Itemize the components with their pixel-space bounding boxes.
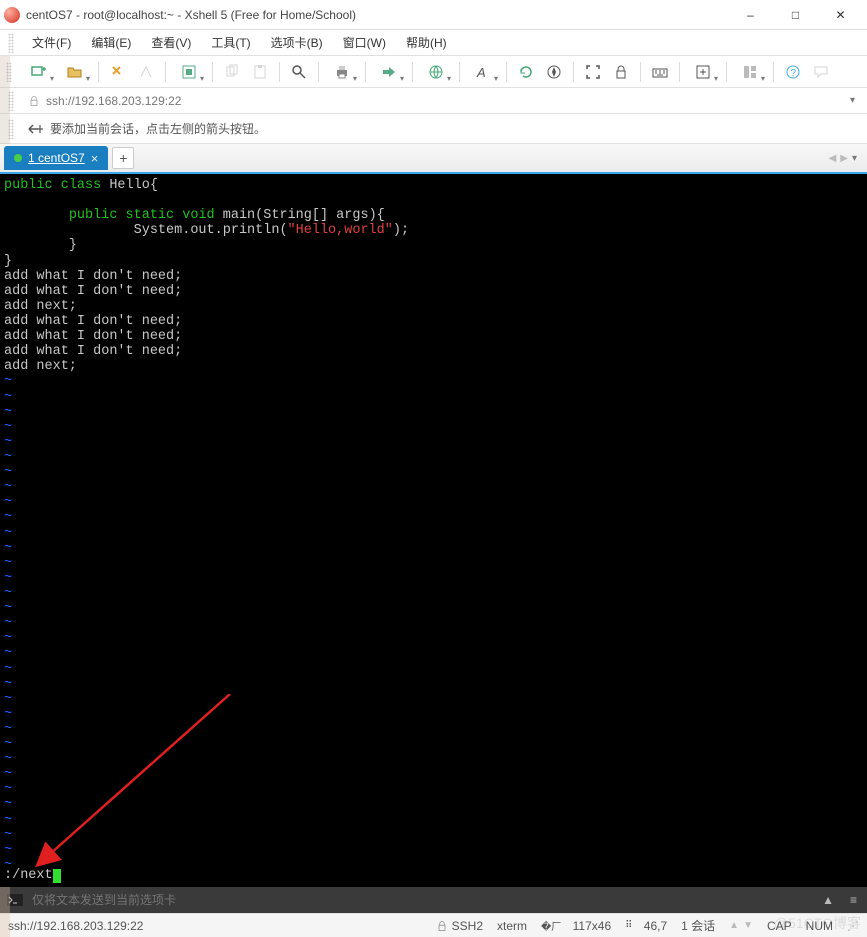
tab-label: 1 centOS7: [28, 151, 85, 165]
hint-text: 要添加当前会话，点击左侧的箭头按钮。: [50, 120, 266, 137]
menu-tools[interactable]: 工具(T): [201, 32, 260, 53]
grip-icon: [6, 62, 12, 82]
svg-text:?: ?: [791, 68, 797, 79]
toolbar-separator: [279, 62, 280, 82]
toolbar-separator: [412, 62, 413, 82]
terminal[interactable]: public class Hello{ public static void m…: [0, 174, 867, 887]
tab-status-dot-icon: [14, 154, 22, 162]
menu-view[interactable]: 查看(V): [141, 32, 201, 53]
cli-icon: [6, 894, 24, 906]
menu-edit[interactable]: 编辑(E): [81, 32, 141, 53]
status-size: �厂 117x46: [541, 918, 611, 933]
tab-active[interactable]: 1 centOS7 ×: [4, 146, 108, 170]
properties-button[interactable]: [172, 59, 206, 85]
new-tab-button[interactable]: +: [112, 147, 134, 169]
toolbar-separator: [212, 62, 213, 82]
status-num: NUM: [806, 919, 833, 933]
layout-button[interactable]: [733, 59, 767, 85]
paste-button[interactable]: [247, 59, 273, 85]
status-sessions: 1 会话: [681, 917, 715, 934]
lock-icon: [436, 920, 448, 932]
new-session-button[interactable]: [22, 59, 56, 85]
toolbar-separator: [365, 62, 366, 82]
toolbar-separator: [679, 62, 680, 82]
svg-text:A: A: [476, 65, 486, 80]
refresh-button[interactable]: [513, 59, 539, 85]
tab-next-button[interactable]: ▶: [840, 153, 848, 164]
tabbar: 1 centOS7 × + ◀ ▶ ▾: [0, 144, 867, 174]
app-icon: [4, 7, 20, 23]
print-button[interactable]: [325, 59, 359, 85]
tab-close-icon[interactable]: ×: [91, 151, 99, 166]
status-connection: ssh://192.168.203.129:22: [8, 919, 143, 933]
menubar: 文件(F) 编辑(E) 查看(V) 工具(T) 选项卡(B) 窗口(W) 帮助(…: [0, 30, 867, 56]
fullscreen-button[interactable]: [580, 59, 606, 85]
find-button[interactable]: [286, 59, 312, 85]
open-button[interactable]: [58, 59, 92, 85]
grip-icon: [8, 33, 14, 53]
resize-grip-icon: ⋰: [847, 919, 859, 933]
toolbar-separator: [165, 62, 166, 82]
tab-prev-button[interactable]: ◀: [829, 153, 837, 164]
hintbar: 要添加当前会话，点击左侧的箭头按钮。: [0, 114, 867, 144]
grip-icon: [8, 91, 14, 111]
footer-input: ▲ ≡: [0, 887, 867, 913]
web-button[interactable]: [419, 59, 453, 85]
statusbar: ssh://192.168.203.129:22 SSH2 xterm �厂 1…: [0, 913, 867, 937]
help-button[interactable]: ?: [780, 59, 806, 85]
compass-button[interactable]: [541, 59, 567, 85]
reconnect-button[interactable]: [105, 59, 131, 85]
menu-tabs[interactable]: 选项卡(B): [261, 32, 333, 53]
send-up-icon[interactable]: ▲: [818, 893, 838, 907]
status-protocol: SSH2: [436, 919, 483, 933]
window-title: centOS7 - root@localhost:~ - Xshell 5 (F…: [26, 8, 356, 22]
keyboard-button[interactable]: [647, 59, 673, 85]
toolbar: A ?: [0, 56, 867, 88]
transfer-button[interactable]: [372, 59, 406, 85]
add-button[interactable]: [686, 59, 720, 85]
lock-button[interactable]: [608, 59, 634, 85]
font-button[interactable]: A: [466, 59, 500, 85]
maximize-button[interactable]: □: [773, 0, 818, 30]
status-caps: CAP: [767, 919, 792, 933]
address-dropdown[interactable]: ▾: [846, 95, 859, 106]
addressbar: ssh://192.168.203.129:22 ▾: [0, 88, 867, 114]
titlebar: centOS7 - root@localhost:~ - Xshell 5 (F…: [0, 0, 867, 30]
toolbar-separator: [98, 62, 99, 82]
vim-command-line[interactable]: :/next: [4, 868, 61, 883]
menu-window[interactable]: 窗口(W): [333, 32, 396, 53]
up-icon: ▲: [729, 920, 739, 931]
toolbar-separator: [318, 62, 319, 82]
menu-help[interactable]: 帮助(H): [396, 32, 457, 53]
grip-icon: [8, 119, 14, 139]
down-icon: ▼: [743, 920, 753, 931]
status-cursor: ⠿ 46,7: [625, 919, 667, 933]
disconnect-button[interactable]: [133, 59, 159, 85]
toolbar-separator: [773, 62, 774, 82]
toolbar-separator: [573, 62, 574, 82]
copy-button[interactable]: [219, 59, 245, 85]
command-input[interactable]: [32, 893, 810, 907]
toolbar-separator: [459, 62, 460, 82]
toolbar-separator: [506, 62, 507, 82]
status-term: xterm: [497, 919, 527, 933]
menu-file[interactable]: 文件(F): [22, 32, 81, 53]
arrow-add-icon[interactable]: [28, 122, 44, 136]
toolbar-separator: [726, 62, 727, 82]
close-button[interactable]: ✕: [818, 0, 863, 30]
footer-menu-icon[interactable]: ≡: [846, 893, 861, 907]
chat-button[interactable]: [808, 59, 834, 85]
tab-menu-button[interactable]: ▾: [852, 153, 857, 164]
address-text[interactable]: ssh://192.168.203.129:22: [46, 94, 840, 108]
lock-icon: [28, 95, 40, 107]
toolbar-separator: [640, 62, 641, 82]
minimize-button[interactable]: –: [728, 0, 773, 30]
